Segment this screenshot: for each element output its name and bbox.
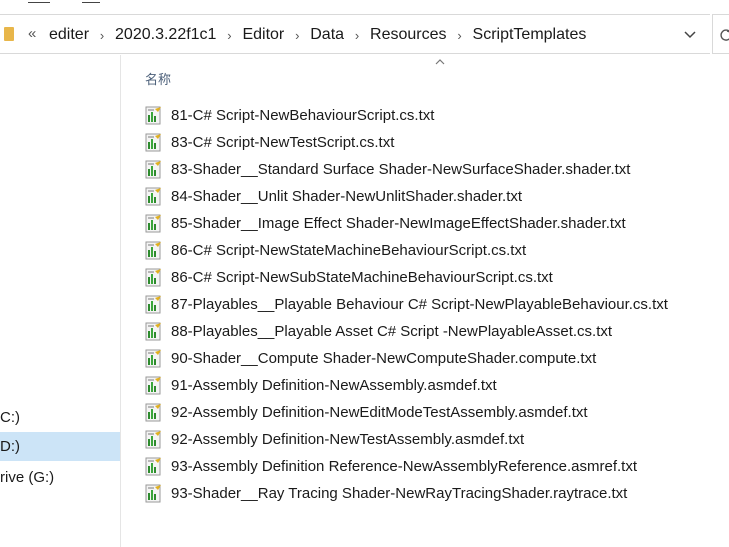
file-list-item[interactable]: 93-Shader__Ray Tracing Shader-NewRayTrac… <box>145 480 725 507</box>
text-file-icon <box>145 268 163 288</box>
chevron-down-icon[interactable] <box>682 26 698 42</box>
file-name: 90-Shader__Compute Shader-NewComputeShad… <box>171 350 597 367</box>
file-list-item[interactable]: 85-Shader__Image Effect Shader-NewImageE… <box>145 210 725 237</box>
file-list-pane: 名称 81-C# Script-NewBehaviourScript.cs.tx… <box>122 55 729 547</box>
file-name: 93-Assembly Definition Reference-NewAsse… <box>171 458 638 475</box>
file-name: 88-Playables__Playable Asset C# Script -… <box>171 323 613 340</box>
file-list-item[interactable]: 84-Shader__Unlit Shader-NewUnlitShader.s… <box>145 183 725 210</box>
file-name: 92-Assembly Definition-NewEditModeTestAs… <box>171 404 588 421</box>
file-list-item[interactable]: 83-Shader__Standard Surface Shader-NewSu… <box>145 156 725 183</box>
folder-icon <box>4 27 14 41</box>
address-bar[interactable]: « editer › 2020.3.22f1c1 › Editor › Data › Resou… <box>0 14 710 54</box>
navigation-pane: C:) D:) rive (G:) <box>0 55 121 547</box>
file-list-item[interactable]: 86-C# Script-NewStateMachineBehaviourScr… <box>145 237 725 264</box>
file-list-item[interactable]: 91-Assembly Definition-NewAssembly.asmde… <box>145 372 725 399</box>
file-name: 87-Playables__Playable Behaviour C# Scri… <box>171 296 668 313</box>
file-name: 81-C# Script-NewBehaviourScript.cs.txt <box>171 107 435 124</box>
file-list-item[interactable]: 81-C# Script-NewBehaviourScript.cs.txt <box>145 102 725 129</box>
file-name: 86-C# Script-NewSubStateMachineBehaviour… <box>171 269 553 286</box>
breadcrumb-separator-icon[interactable]: › <box>218 28 240 43</box>
breadcrumb-separator-icon[interactable]: › <box>449 28 471 43</box>
file-list-item[interactable]: 92-Assembly Definition-NewTestAssembly.a… <box>145 426 725 453</box>
text-file-icon <box>145 241 163 261</box>
file-name: 83-Shader__Standard Surface Shader-NewSu… <box>171 161 631 178</box>
file-name: 93-Shader__Ray Tracing Shader-NewRayTrac… <box>171 485 628 502</box>
text-file-icon <box>145 484 163 504</box>
text-file-icon <box>145 349 163 369</box>
breadcrumb-item[interactable]: Data <box>308 26 346 44</box>
text-file-icon <box>145 457 163 477</box>
file-list-item[interactable]: 92-Assembly Definition-NewEditModeTestAs… <box>145 399 725 426</box>
file-list-item[interactable]: 83-C# Script-NewTestScript.cs.txt <box>145 129 725 156</box>
breadcrumb: editer › 2020.3.22f1c1 › Editor › Data › Resourc… <box>47 25 588 45</box>
file-list-item[interactable]: 87-Playables__Playable Behaviour C# Scri… <box>145 291 725 318</box>
sort-ascending-icon <box>435 59 445 65</box>
breadcrumb-item[interactable]: Editor <box>240 26 286 44</box>
breadcrumb-overflow-button[interactable]: « <box>28 25 36 42</box>
text-file-icon <box>145 133 163 153</box>
nav-item-drive[interactable]: D:) <box>0 432 120 461</box>
file-list-item[interactable]: 88-Playables__Playable Asset C# Script -… <box>145 318 725 345</box>
toolbar-fragment <box>28 0 50 3</box>
text-file-icon <box>145 403 163 423</box>
file-name: 84-Shader__Unlit Shader-NewUnlitShader.s… <box>171 188 523 205</box>
file-list-item[interactable]: 90-Shader__Compute Shader-NewComputeShad… <box>145 345 725 372</box>
text-file-icon <box>145 376 163 396</box>
toolbar-fragment <box>82 0 100 3</box>
nav-item-drive[interactable]: rive (G:) <box>0 463 120 492</box>
breadcrumb-item[interactable]: Resources <box>368 26 448 44</box>
breadcrumb-separator-icon[interactable]: › <box>91 28 113 43</box>
file-list-item[interactable]: 86-C# Script-NewSubStateMachineBehaviour… <box>145 264 725 291</box>
text-file-icon <box>145 295 163 315</box>
file-list-item[interactable]: 93-Assembly Definition Reference-NewAsse… <box>145 453 725 480</box>
breadcrumb-item[interactable]: editer <box>47 26 91 44</box>
file-name: 86-C# Script-NewStateMachineBehaviourScr… <box>171 242 527 259</box>
text-file-icon <box>145 322 163 342</box>
file-name: 83-C# Script-NewTestScript.cs.txt <box>171 134 395 151</box>
breadcrumb-separator-icon[interactable]: › <box>346 28 368 43</box>
refresh-button[interactable] <box>712 14 729 54</box>
file-name: 85-Shader__Image Effect Shader-NewImageE… <box>171 215 626 232</box>
title-bar-fragment <box>0 0 729 10</box>
file-name: 91-Assembly Definition-NewAssembly.asmde… <box>171 377 497 394</box>
file-name: 92-Assembly Definition-NewTestAssembly.a… <box>171 431 525 448</box>
text-file-icon <box>145 187 163 207</box>
text-file-icon <box>145 160 163 180</box>
breadcrumb-item[interactable]: 2020.3.22f1c1 <box>113 26 218 44</box>
breadcrumb-item[interactable]: ScriptTemplates <box>471 26 589 44</box>
breadcrumb-separator-icon[interactable]: › <box>286 28 308 43</box>
text-file-icon <box>145 106 163 126</box>
column-header-name[interactable]: 名称 <box>145 69 171 88</box>
text-file-icon <box>145 214 163 234</box>
nav-item-drive[interactable]: C:) <box>0 403 120 432</box>
text-file-icon <box>145 430 163 450</box>
refresh-icon <box>720 29 729 41</box>
